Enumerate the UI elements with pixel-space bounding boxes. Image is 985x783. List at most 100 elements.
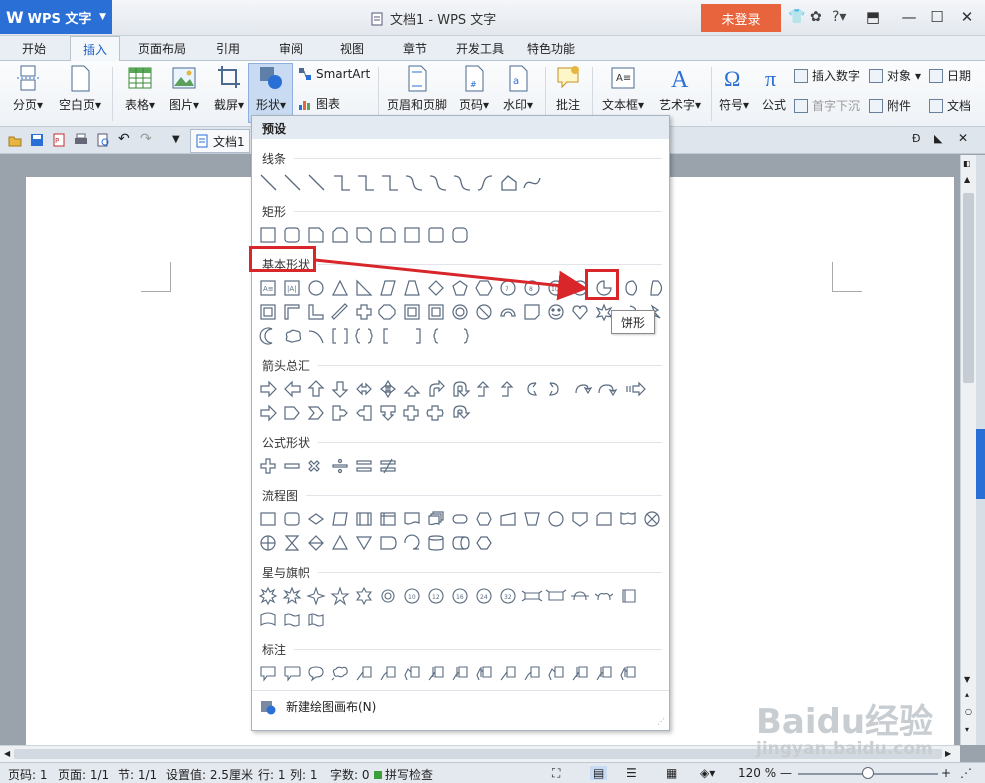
print-preview-icon[interactable] (96, 133, 110, 147)
textbox-button[interactable]: A≡ 文本框▾ (598, 64, 648, 113)
picture-button[interactable]: 图片▾ (164, 64, 204, 113)
tab-page-layout[interactable]: 页面布局 (138, 40, 186, 57)
scroll-up-icon[interactable]: ▲ (964, 175, 970, 184)
scroll-left-icon[interactable]: ◀ (4, 749, 10, 758)
curved-arrow-connector-shape (429, 175, 447, 191)
tab-start[interactable]: 开始 (22, 40, 46, 57)
print-icon[interactable] (74, 133, 88, 147)
side-panel-toggle[interactable] (976, 429, 985, 499)
tab-view[interactable]: 视图 (340, 40, 364, 57)
elbow-double-arrow-shape (382, 175, 398, 191)
smartart-button[interactable]: SmartArt (298, 67, 370, 81)
flowchart-shapes-1[interactable] (258, 509, 668, 531)
watermark-url: jingyan.baidu.com (756, 739, 933, 759)
document-tab[interactable]: 文档1 (190, 129, 250, 153)
open-folder-icon[interactable] (8, 133, 22, 147)
equation-shapes[interactable] (258, 456, 408, 478)
ribbon-separator (711, 67, 712, 121)
split-view-icon[interactable]: ◧ (963, 159, 971, 168)
page-view-icon[interactable]: ▤ (590, 766, 608, 780)
zoom-slider-thumb[interactable] (862, 767, 874, 779)
eye-protection-icon[interactable]: ◈▾ (700, 766, 715, 780)
minimize-icon[interactable]: — (898, 6, 920, 28)
screenshot-button[interactable]: 截屏▾ (210, 64, 248, 113)
close-document-icon[interactable]: ✕ (958, 131, 972, 145)
tab-list-icon[interactable]: Ð (912, 132, 926, 146)
vertical-scrollbar[interactable]: ◧ ▲ ▼ ▴ ○ ▾ (960, 155, 976, 745)
tab-review[interactable]: 审阅 (279, 40, 303, 57)
login-button[interactable]: 未登录 (701, 4, 781, 32)
restore-ribbon-icon[interactable]: ⬒ (862, 6, 884, 28)
close-icon[interactable]: ✕ (956, 6, 978, 28)
shapes-label: 形状 (255, 98, 280, 112)
help-icon[interactable]: ?▾ (832, 9, 846, 25)
margin-marker-right (832, 262, 862, 292)
date-button[interactable]: 日期 (929, 67, 971, 84)
zoom-in-icon[interactable]: + (941, 766, 951, 780)
undo-icon[interactable]: ↶ (118, 131, 132, 147)
header-footer-button[interactable]: 页眉和页脚 (386, 64, 448, 113)
watermark-button[interactable]: a 水印▾ (498, 64, 538, 113)
star-shapes-1[interactable]: 10 12 16 24 32 (258, 586, 668, 608)
flowchart-shapes-2[interactable] (258, 533, 528, 555)
tab-references[interactable]: 引用 (216, 40, 240, 57)
insert-number-button[interactable]: 插入数字 (794, 67, 860, 84)
pi-icon: π (765, 66, 776, 91)
page-number-button[interactable]: # 页码▾ (455, 64, 493, 113)
scroll-right-icon[interactable]: ▶ (945, 749, 951, 758)
callout-shapes[interactable] (258, 663, 668, 685)
arrow-shapes-1[interactable] (258, 379, 668, 401)
chat-icon[interactable]: ✿ (810, 9, 822, 25)
export-pdf-icon[interactable]: P (52, 133, 66, 147)
attachment-button[interactable]: 附件 (869, 97, 911, 114)
resize-grip-icon: ⋰ (960, 766, 972, 780)
basic-shapes-2[interactable] (258, 302, 668, 324)
scroll-thumb[interactable] (963, 193, 974, 383)
object-button[interactable]: 对象 ▾ (869, 67, 921, 84)
table-button[interactable]: 表格▾ (120, 64, 160, 113)
page-break-button[interactable]: 分页▾ (8, 64, 48, 113)
category-callouts-label: 标注 (262, 643, 287, 657)
arrow-shapes-2[interactable] (258, 403, 508, 425)
shapes-button[interactable]: 形状▾ (250, 64, 292, 113)
app-menu-button[interactable]: W WPS 文字 ▼ (0, 0, 112, 34)
blank-page-button[interactable]: 空白页▾ (54, 64, 106, 113)
spell-check-toggle[interactable]: 拼写检查 (374, 766, 433, 783)
tab-insert[interactable]: 插入 (70, 36, 121, 61)
outline-view-icon[interactable]: ☰ (626, 766, 637, 780)
next-page-icon[interactable]: ▾ (965, 725, 969, 734)
web-view-icon[interactable]: ▦ (666, 766, 677, 780)
resize-grip-icon[interactable]: ⋰ (657, 717, 665, 726)
scroll-down-icon[interactable]: ▼ (964, 675, 970, 684)
document-parts-label: 文档 (947, 99, 972, 113)
new-drawing-canvas-item[interactable]: 新建绘图画布(N) (252, 690, 669, 722)
skin-icon[interactable]: 👕 (788, 9, 805, 25)
fullscreen-icon[interactable]: ⛶ (552, 766, 560, 781)
category-stars-label: 星与旗帜 (262, 566, 311, 580)
tab-section[interactable]: 章节 (403, 40, 427, 57)
rectangle-shapes[interactable] (258, 225, 478, 245)
wordart-button[interactable]: A 艺术字▾ (655, 64, 705, 113)
zoom-out-icon[interactable]: — (780, 766, 792, 780)
drop-cap-button[interactable]: 首字下沉 (794, 97, 860, 114)
customize-dropdown-icon[interactable]: ▼ (172, 134, 186, 148)
highlight-box-basic-shapes (249, 246, 316, 272)
tab-developer[interactable]: 开发工具 (456, 40, 504, 57)
zoom-level[interactable]: 120 % (738, 766, 776, 780)
star-shapes-2[interactable] (258, 610, 338, 632)
maximize-icon[interactable]: ☐ (926, 6, 948, 28)
symbol-button[interactable]: Ω 符号▾ (716, 64, 752, 113)
status-words[interactable]: 字数: 0 (330, 766, 370, 783)
comment-button[interactable]: 批注 (550, 64, 586, 113)
formula-button[interactable]: π 公式 (758, 64, 790, 113)
select-browse-object-icon[interactable]: ○ (965, 707, 972, 716)
line-shapes[interactable] (258, 172, 548, 194)
basic-shapes-3[interactable] (258, 326, 478, 348)
save-icon[interactable] (30, 133, 44, 147)
tab-features[interactable]: 特色功能 (527, 40, 575, 57)
redo-icon[interactable]: ↷ (140, 131, 154, 147)
chart-button[interactable]: 图表 (298, 95, 340, 112)
collapse-ribbon-icon[interactable]: ◣ (934, 132, 948, 146)
previous-page-icon[interactable]: ▴ (965, 690, 969, 699)
document-parts-button[interactable]: 文档 (929, 97, 971, 114)
